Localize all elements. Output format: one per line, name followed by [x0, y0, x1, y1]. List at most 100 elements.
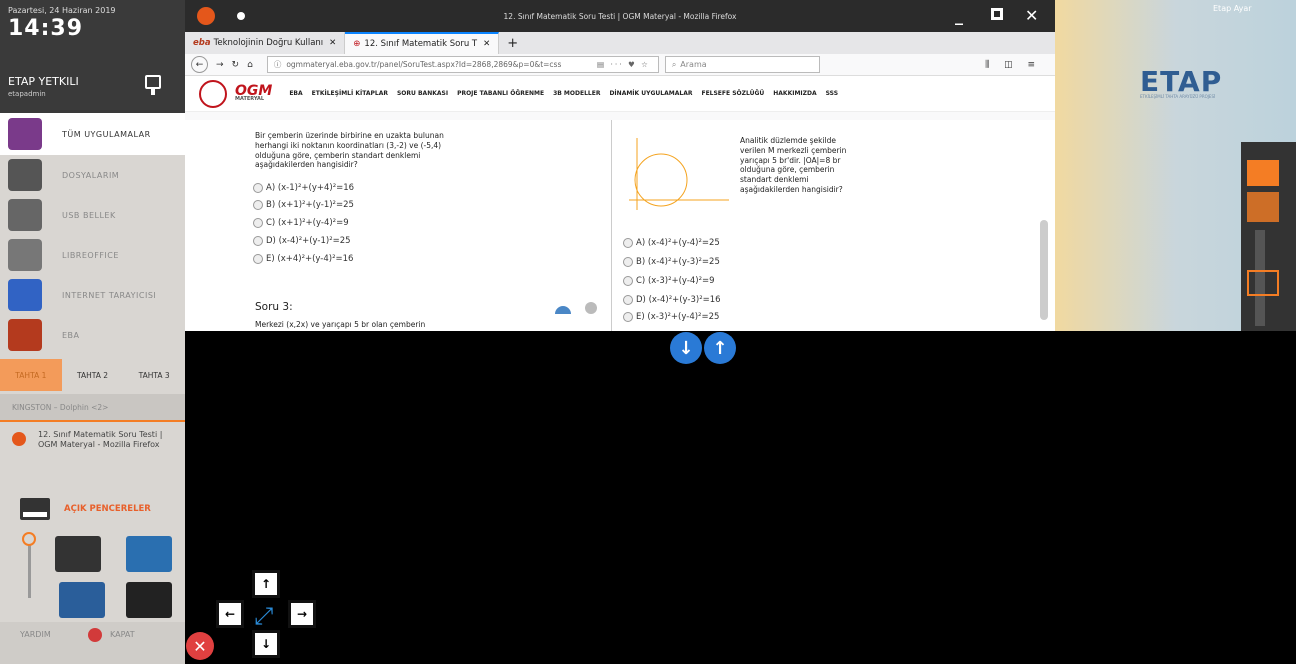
radio[interactable]: [623, 238, 633, 248]
pen-button[interactable]: [126, 536, 172, 572]
nav-toolbar: ← → ↻ ⌂ ⓘ ogmmateryal.eba.gov.tr/panel/S…: [185, 54, 1055, 76]
screenshot-button[interactable]: [59, 582, 105, 618]
close-snap-icon[interactable]: ✕: [186, 632, 214, 660]
q1-option-b[interactable]: B) (x+1)²+(y-1)²=25: [253, 200, 354, 210]
site-nav-item[interactable]: DİNAMİK UYGULAMALAR: [609, 90, 692, 97]
tab-matematik[interactable]: ⊕ 12. Sınıf Matematik Soru T ✕: [345, 32, 500, 54]
q2-option-b[interactable]: B) (x-4)²+(y-3)²=25: [623, 257, 720, 267]
search-input[interactable]: ⌕ Arama: [664, 56, 820, 73]
app-item[interactable]: DOSYALARIM: [0, 155, 185, 195]
question-2-text: Analitik düzlemde şekilde verilen M merk…: [740, 136, 847, 194]
volume-knob[interactable]: [22, 532, 36, 546]
page-content: Bir çemberin üzerinde birbirine en uzakt…: [185, 120, 1055, 331]
usb-device-item[interactable]: KINGSTON – Dolphin <2>: [0, 394, 185, 420]
screen-keyboard-button[interactable]: [126, 582, 172, 618]
q2-option-e[interactable]: E) (x-3)²+(y-4)²=25: [623, 312, 719, 322]
radio[interactable]: [623, 257, 633, 267]
app-item[interactable]: INTERNET TARAYICISI: [0, 275, 185, 315]
site-nav-item[interactable]: FELSEFE SÖZLÜĞÜ: [701, 90, 764, 97]
radio[interactable]: [253, 218, 263, 228]
new-tab-icon[interactable]: +: [499, 32, 526, 54]
orange-square-button[interactable]: [1247, 160, 1279, 186]
q2-option-d[interactable]: D) (x-4)²+(y-3)²=16: [623, 295, 721, 305]
open-windows-button[interactable]: AÇIK PENCERELER: [20, 498, 151, 520]
radio[interactable]: [623, 312, 633, 322]
reload-icon[interactable]: ↻: [232, 60, 240, 70]
q1-option-a[interactable]: A) (x-1)²+(y+4)²=16: [253, 183, 354, 193]
tab-close-icon[interactable]: ✕: [483, 39, 490, 49]
app-item[interactable]: EBA: [0, 315, 185, 355]
radio[interactable]: [253, 254, 263, 264]
snap-bottom-icon[interactable]: ↓: [252, 630, 280, 658]
tab-tahta-1[interactable]: TAHTA 1: [0, 359, 62, 391]
snap-right-icon[interactable]: →: [288, 600, 316, 628]
tab-label: Teknolojinin Doğru Kullanı: [213, 38, 324, 48]
site-nav-item[interactable]: ETKİLEŞİMLİ KİTAPLAR: [312, 90, 388, 97]
volume-slider[interactable]: [22, 532, 36, 598]
back-icon[interactable]: ←: [191, 56, 208, 73]
page-actions-icon[interactable]: ▤ ··· ♥ ☆: [597, 60, 650, 69]
tab-tahta-2[interactable]: TAHTA 2: [61, 359, 124, 391]
search-icon: ⌕: [671, 59, 677, 69]
app-icon: [8, 159, 42, 191]
close-icon[interactable]: ✕: [1025, 6, 1038, 25]
snap-top-icon[interactable]: ↑: [252, 570, 280, 598]
open-window-item[interactable]: 12. Sınıf Matematik Soru Testi | OGM Mat…: [0, 420, 185, 460]
radio[interactable]: [623, 276, 633, 286]
minimize-icon[interactable]: _: [955, 6, 963, 25]
tab-teknoloji[interactable]: eba Teknolojinin Doğru Kullanı ✕: [185, 32, 346, 54]
orange-tool-button[interactable]: [1247, 192, 1279, 222]
url-bar[interactable]: ⓘ ogmmateryal.eba.gov.tr/panel/SoruTest.…: [266, 56, 659, 73]
radio[interactable]: [623, 295, 633, 305]
app-item[interactable]: LIBREOFFICE: [0, 235, 185, 275]
maximize-icon[interactable]: [991, 8, 1003, 20]
url-text: ogmmateryal.eba.gov.tr/panel/SoruTest.as…: [286, 60, 562, 69]
forward-icon[interactable]: →: [216, 60, 224, 70]
scrollbar[interactable]: [1040, 220, 1048, 320]
q2-option-a[interactable]: A) (x-4)²+(y-4)²=25: [623, 238, 720, 248]
home-icon[interactable]: ⌂: [247, 60, 253, 70]
dot-icon: [237, 12, 245, 20]
scroll-down-icon[interactable]: ↓: [670, 332, 702, 364]
etap-settings[interactable]: Etap Ayar: [1213, 4, 1252, 13]
site-nav-item[interactable]: SSS: [826, 90, 838, 97]
shutdown-button[interactable]: KAPAT: [110, 630, 135, 639]
app-icon: [8, 118, 42, 150]
site-nav-item[interactable]: SORU BANKASI: [397, 90, 448, 97]
app-item[interactable]: TÜM UYGULAMALAR: [0, 113, 185, 155]
window-titlebar[interactable]: 12. Sınıf Matematik Soru Testi | OGM Mat…: [185, 0, 1055, 32]
etap-subtitle: ETKİLEŞİMLİ TAHTA ARAYÜZÜ PROJESİ: [1140, 94, 1216, 99]
snap-left-icon[interactable]: ←: [216, 600, 244, 628]
site-nav-item[interactable]: EBA: [289, 90, 302, 97]
keyboard-button[interactable]: [55, 536, 101, 572]
q2-option-c[interactable]: C) (x-3)²+(y-4)²=9: [623, 276, 715, 286]
library-sidebar-menu-icon[interactable]: ⫼ ◫ ≡: [985, 60, 1041, 70]
app-label: INTERNET TARAYICISI: [62, 290, 157, 300]
radio[interactable]: [253, 236, 263, 246]
scroll-up-icon[interactable]: ↑: [704, 332, 736, 364]
q1-option-e[interactable]: E) (x+4)²+(y-4)²=16: [253, 254, 353, 264]
power-icon[interactable]: [88, 628, 102, 642]
app-item[interactable]: USB BELLEK: [0, 195, 185, 235]
expand-icon[interactable]: ⤢: [254, 602, 273, 630]
site-nav-item[interactable]: PROJE TABANLI ÖĞRENME: [457, 90, 544, 97]
option-label: E) (x-3)²+(y-4)²=25: [636, 312, 720, 322]
option-label: D) (x-4)²+(y-3)²=16: [636, 295, 721, 305]
q1-option-d[interactable]: D) (x-4)²+(y-1)²=25: [253, 236, 351, 246]
q1-option-c[interactable]: C) (x+1)²+(y-4)²=9: [253, 218, 349, 228]
tab-tahta-3[interactable]: TAHTA 3: [123, 359, 186, 391]
tab-close-icon[interactable]: ✕: [329, 38, 336, 48]
info-icon[interactable]: [585, 302, 597, 314]
help-button[interactable]: YARDIM: [20, 630, 51, 639]
user-info[interactable]: ETAP YETKILI etapadmin: [8, 75, 79, 98]
site-nav-item[interactable]: 3B MODELLER: [553, 90, 600, 97]
info-icon[interactable]: ⓘ: [274, 59, 282, 70]
app-icon: [8, 319, 42, 351]
radio[interactable]: [253, 183, 263, 193]
user-name: ETAP YETKILI: [8, 75, 79, 88]
monitor-icon[interactable]: [145, 75, 161, 95]
zoom-handle[interactable]: [1247, 270, 1279, 296]
radio[interactable]: [253, 200, 263, 210]
ogm-logo[interactable]: OGM MATERYAL: [235, 84, 272, 102]
site-nav-item[interactable]: HAKKIMIZDA: [773, 90, 816, 97]
